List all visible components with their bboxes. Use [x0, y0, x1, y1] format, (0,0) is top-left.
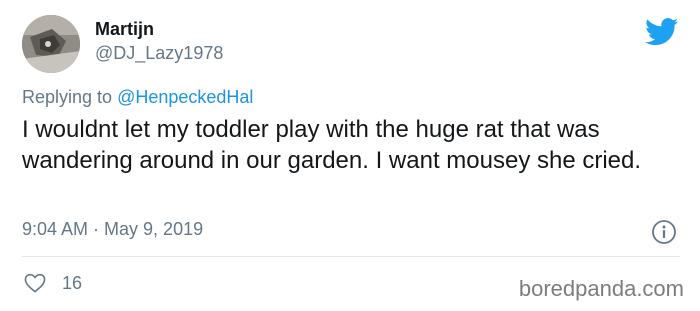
- replying-to: Replying to @HenpeckedHal: [22, 87, 253, 108]
- reply-mention-link[interactable]: @HenpeckedHal: [117, 87, 253, 107]
- tweet-text: I wouldnt let my toddler play with the h…: [22, 116, 642, 174]
- divider: [22, 256, 680, 257]
- like-count: 16: [62, 272, 83, 293]
- avatar-photo: [22, 15, 80, 73]
- avatar[interactable]: [22, 15, 80, 73]
- twitter-bird-icon[interactable]: [645, 18, 679, 46]
- info-icon[interactable]: [651, 219, 677, 245]
- user-handle[interactable]: @DJ_Lazy1978: [95, 43, 223, 64]
- like-button[interactable]: 16: [24, 272, 82, 294]
- tweet-timestamp[interactable]: 9:04 AM · May 9, 2019: [22, 219, 203, 240]
- watermark: boredpanda.com: [518, 276, 684, 301]
- display-name[interactable]: Martijn: [95, 19, 154, 40]
- heart-icon: [24, 273, 46, 293]
- replying-to-label: Replying to: [22, 87, 118, 107]
